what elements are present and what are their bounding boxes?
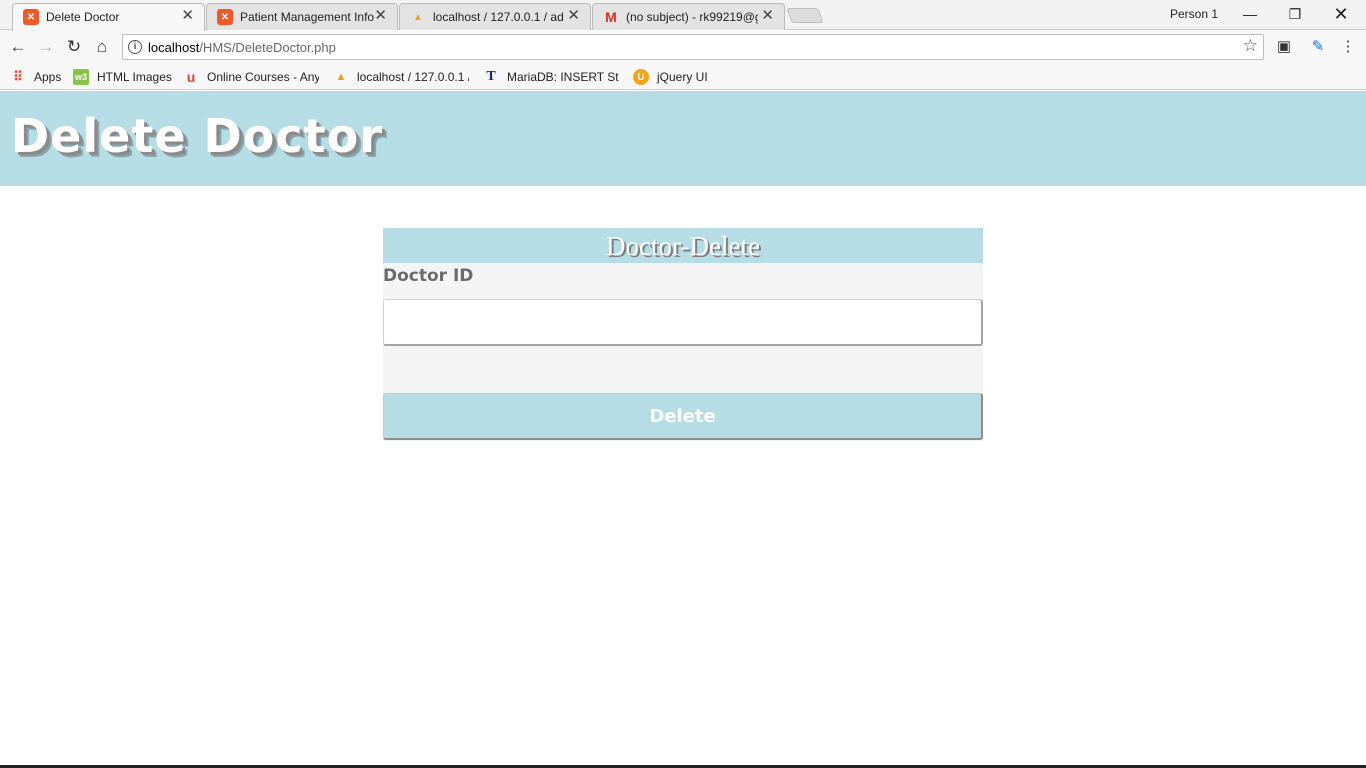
reload-icon[interactable]: ↻ — [62, 35, 86, 59]
tab-patient-management[interactable]: ✕ Patient Management Info ✕ — [206, 3, 398, 30]
tab-title: Delete Doctor — [46, 10, 120, 24]
bookmark-label: MariaDB: INSERT Stat — [507, 70, 619, 84]
apps-grid-icon: ⠿ — [13, 69, 23, 84]
close-icon[interactable]: ✕ — [567, 7, 580, 25]
delete-button[interactable]: Delete — [383, 393, 983, 440]
tab-gmail[interactable]: M (no subject) - rk99219@g ✕ — [592, 3, 785, 30]
xampp-icon: ✕ — [217, 9, 233, 25]
w3schools-icon: w3 — [73, 69, 89, 85]
back-arrow-icon[interactable]: ← — [6, 35, 30, 59]
page-header: Delete Doctor — [0, 91, 1366, 186]
bookmark-mariadb[interactable]: T MariaDB: INSERT Stat — [483, 68, 619, 86]
gmail-icon: M — [605, 9, 617, 25]
star-icon[interactable]: ☆ — [1243, 36, 1258, 56]
page-title: Delete Doctor — [11, 109, 383, 163]
doctor-id-label: Doctor ID — [383, 266, 474, 286]
bookmark-apps[interactable]: ⠿ Apps — [10, 68, 61, 86]
profile-name[interactable]: Person 1 — [1170, 7, 1218, 21]
extension-icon[interactable]: ▣ — [1274, 37, 1294, 57]
new-tab-button[interactable] — [786, 8, 824, 23]
bookmark-online-courses[interactable]: u Online Courses - Any — [183, 68, 319, 86]
tab-phpmyadmin[interactable]: ▲ localhost / 127.0.0.1 / adm ✕ — [399, 3, 591, 30]
xampp-icon: ✕ — [23, 9, 39, 25]
close-icon[interactable]: ✕ — [761, 7, 774, 25]
url-text[interactable]: localhost/HMS/DeleteDoctor.php — [148, 40, 336, 55]
bookmark-label: HTML Images — [97, 70, 172, 84]
home-icon[interactable]: ⌂ — [90, 35, 114, 59]
bookmark-label: Apps — [34, 70, 62, 84]
bookmark-label: jQuery UI — [657, 70, 708, 84]
bookmark-phpmyadmin[interactable]: ▲ localhost / 127.0.0.1 / — [333, 68, 469, 86]
jquery-ui-icon: U — [633, 69, 649, 85]
address-bar[interactable]: i localhost/HMS/DeleteDoctor.php ☆ — [122, 34, 1264, 60]
minimize-icon[interactable]: — — [1230, 2, 1270, 26]
eyedropper-icon[interactable]: ✎ — [1308, 37, 1328, 57]
forward-arrow-icon[interactable]: → — [34, 35, 58, 59]
bookmark-html-images[interactable]: w3 HTML Images — [73, 68, 172, 86]
form-title: Doctor-Delete — [383, 228, 983, 263]
tab-title: (no subject) - rk99219@g — [626, 10, 758, 24]
phpmyadmin-icon: ▲ — [335, 71, 347, 83]
tab-delete-doctor[interactable]: ✕ Delete Doctor ✕ — [12, 3, 205, 31]
close-icon[interactable]: ✕ — [374, 7, 387, 25]
udemy-icon: u — [186, 69, 196, 85]
phpmyadmin-icon: ▲ — [413, 11, 423, 23]
mariadb-icon: T — [486, 69, 496, 84]
delete-doctor-form: Doctor-Delete Doctor ID Delete — [383, 228, 983, 441]
browser-tab-strip: ✕ Delete Doctor ✕ ✕ Patient Management I… — [0, 0, 1366, 31]
restore-icon[interactable]: ❐ — [1275, 2, 1315, 26]
url-host: localhost — [148, 40, 200, 55]
bookmark-label: localhost / 127.0.0.1 / — [357, 70, 469, 84]
close-icon[interactable]: ✕ — [181, 7, 194, 25]
browser-toolbar: ← → ↻ ⌂ i localhost/HMS/DeleteDoctor.php… — [0, 31, 1366, 63]
bookmark-label: Online Courses - Any — [207, 70, 319, 84]
bookmarks-bar: ⠿ Apps w3 HTML Images u Online Courses -… — [0, 63, 1366, 90]
doctor-id-input[interactable] — [383, 299, 983, 346]
close-window-icon[interactable]: ✕ — [1321, 2, 1361, 26]
tab-title: Patient Management Info — [240, 10, 374, 24]
tab-title: localhost / 127.0.0.1 / adm — [433, 10, 563, 24]
menu-dots-icon[interactable]: ⋮ — [1338, 37, 1358, 57]
url-path: /HMS/DeleteDoctor.php — [199, 40, 336, 55]
bookmark-jquery-ui[interactable]: U jQuery UI — [633, 68, 708, 86]
info-icon[interactable]: i — [128, 40, 142, 54]
